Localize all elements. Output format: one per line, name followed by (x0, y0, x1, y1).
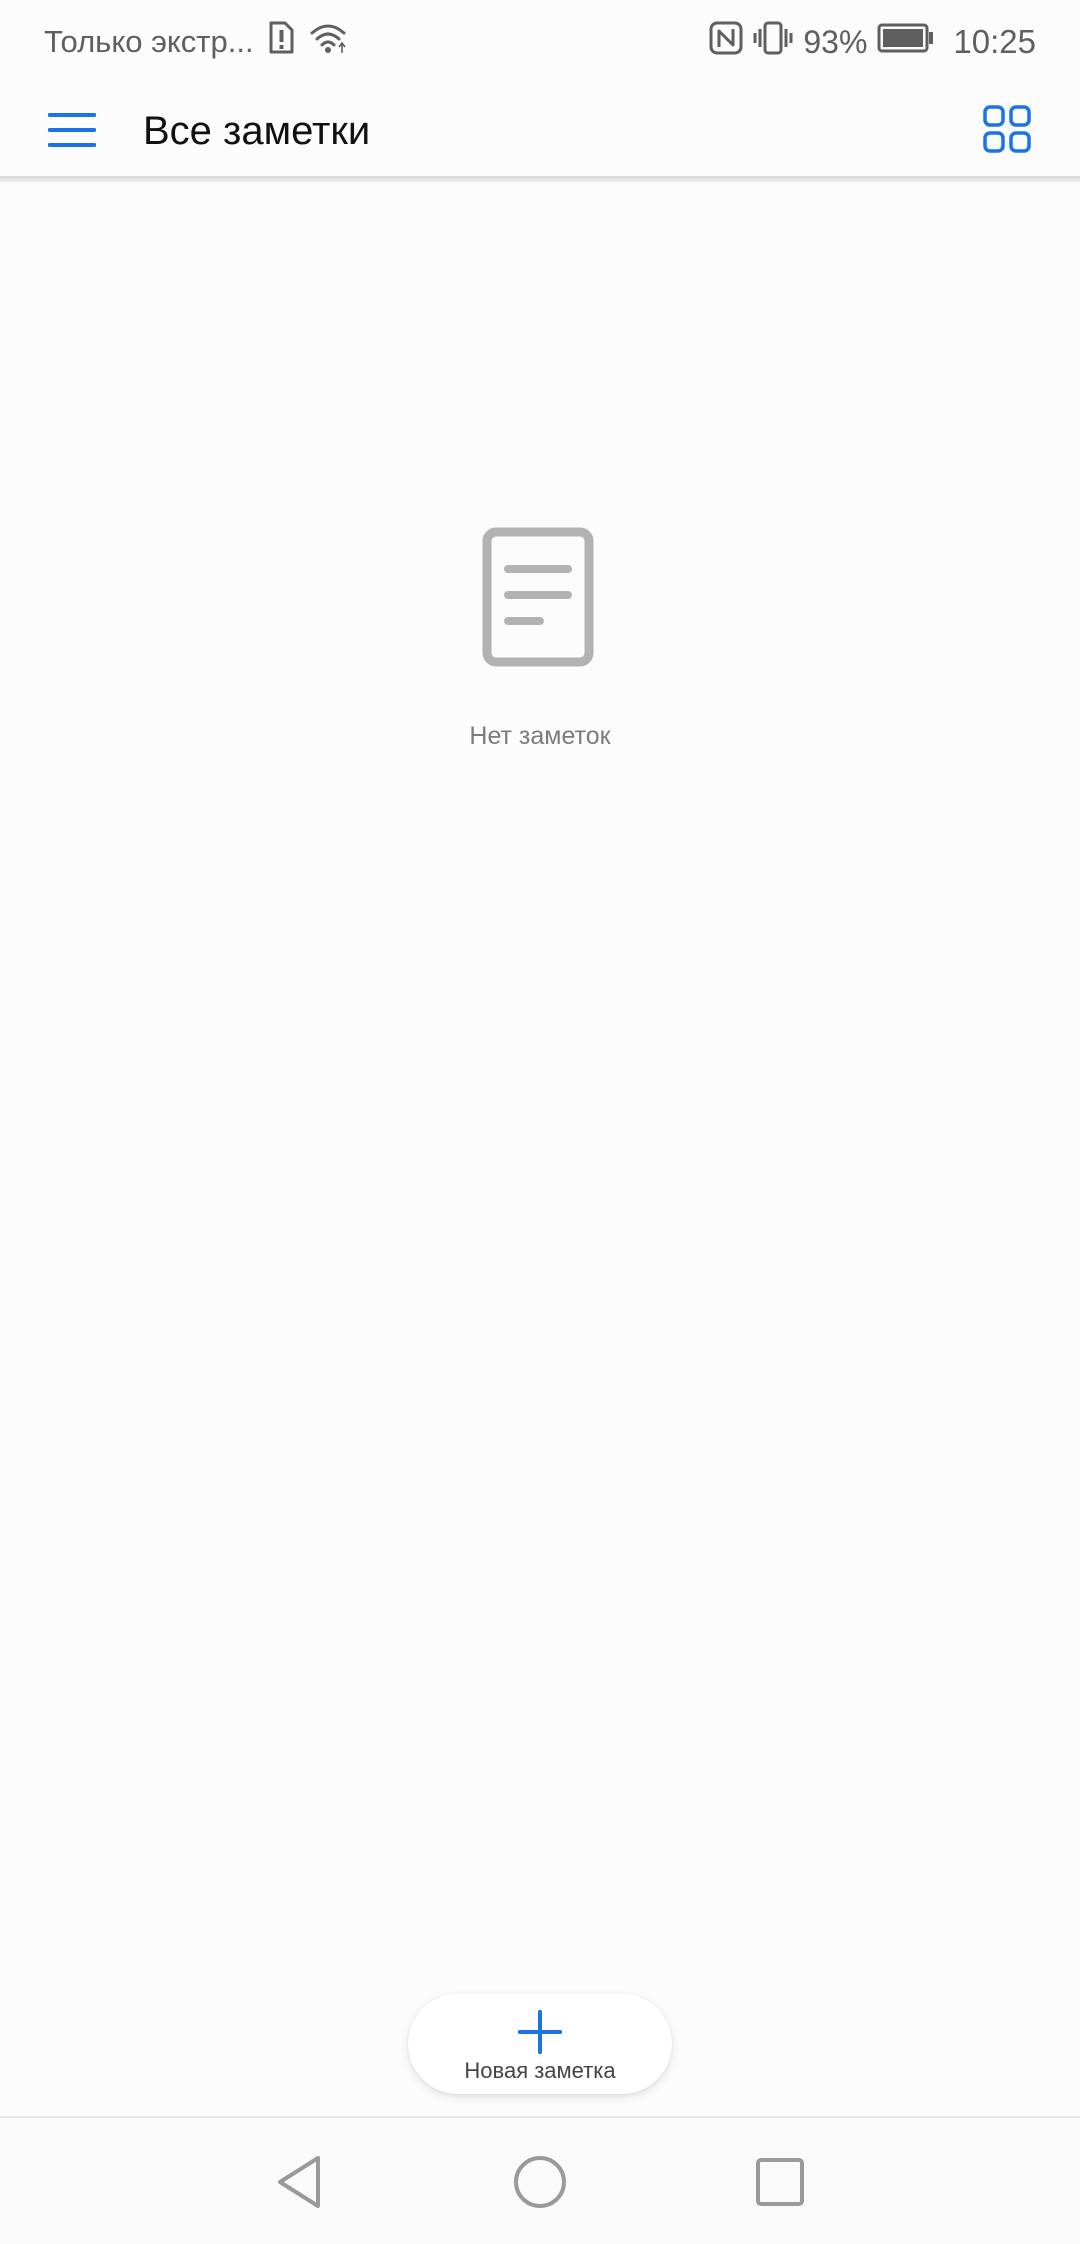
status-left: Только экстр... (44, 21, 348, 63)
clock: 10:25 (953, 23, 1036, 60)
note-document-icon (482, 527, 594, 667)
battery-percent: 93% (803, 23, 868, 60)
wifi-icon (308, 21, 348, 63)
status-bar: Только экстр... 93% 10:25 (0, 0, 1080, 84)
vibrate-icon (753, 21, 793, 63)
app-bar-divider (0, 176, 1080, 182)
new-note-label: Новая заметка (464, 2058, 616, 2083)
grid-view-icon[interactable] (978, 96, 1036, 162)
empty-state-message: Нет заметок (469, 722, 611, 750)
page-title: Все заметки (143, 109, 371, 153)
recent-apps-icon[interactable] (752, 2154, 808, 2210)
home-icon[interactable] (512, 2154, 568, 2210)
sim-alert-icon (268, 21, 294, 63)
nfc-icon (709, 21, 743, 63)
app-bar: Все заметки (0, 84, 1080, 179)
carrier-text: Только экстр... (44, 24, 254, 59)
status-right: 93% 10:25 (709, 21, 1036, 63)
new-note-button[interactable]: Новая заметка (408, 1994, 672, 2094)
back-icon[interactable] (272, 2154, 328, 2210)
hamburger-menu-icon[interactable] (44, 102, 100, 158)
navigation-bar (0, 2116, 1080, 2244)
notes-screen: Только экстр... 93% 10:25 Все заметки Не… (0, 0, 1080, 2244)
battery-icon (877, 23, 935, 61)
plus-icon (516, 2008, 564, 2056)
